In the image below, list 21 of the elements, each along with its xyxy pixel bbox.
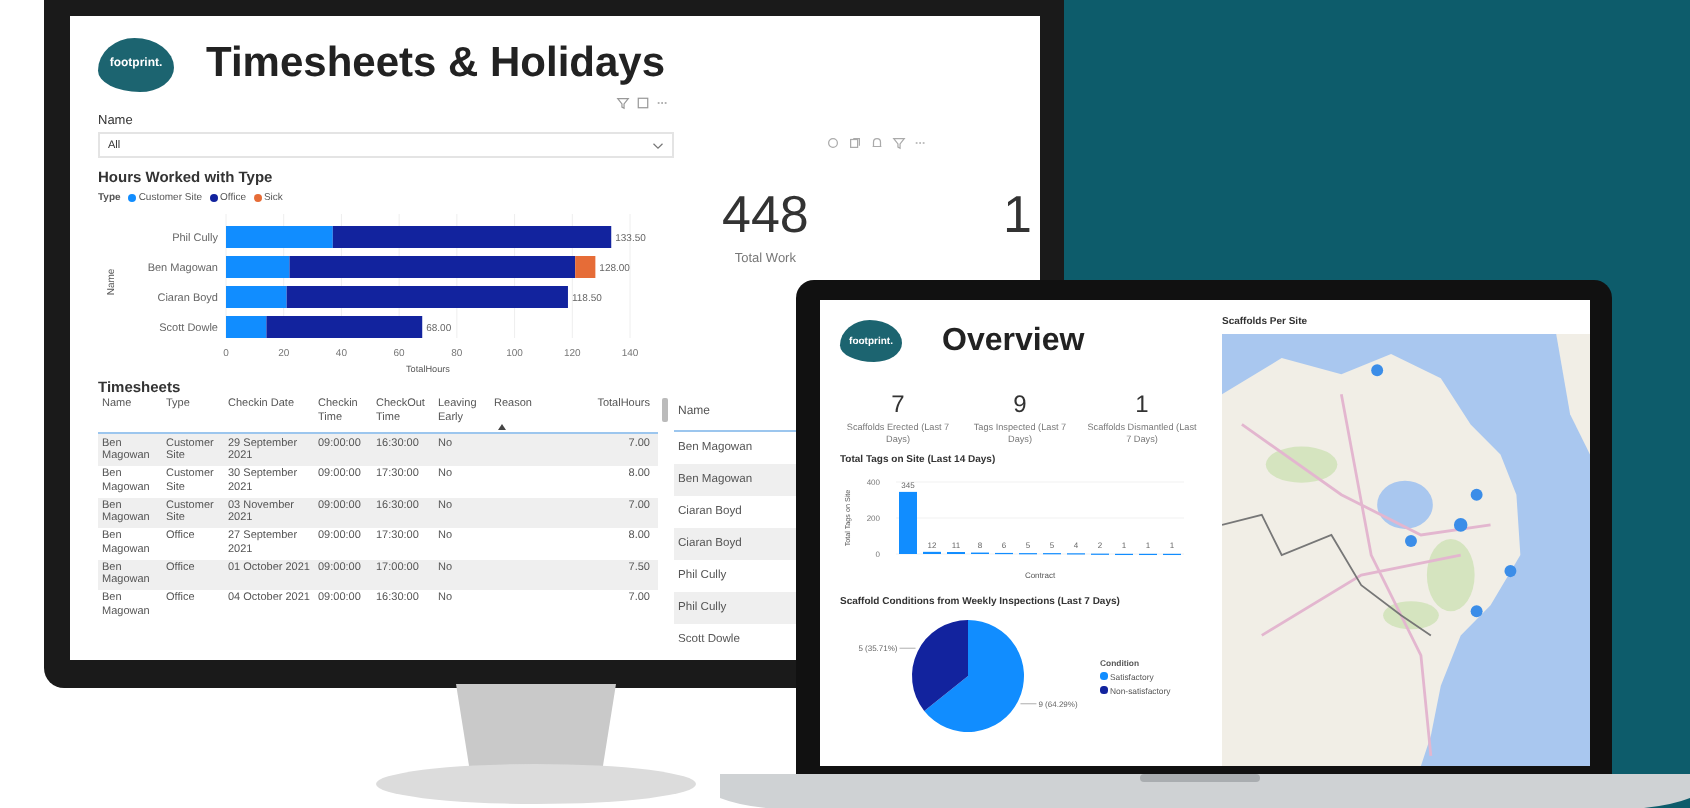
chevron-icon [652, 141, 664, 149]
sort-icon [498, 424, 506, 430]
copy-icon[interactable] [848, 136, 862, 150]
leader-line [899, 647, 916, 649]
kpi-value: 7 [891, 390, 905, 418]
kpi-value: 448 [722, 188, 809, 240]
circle-icon[interactable] [826, 136, 840, 150]
kpi-value: 9 [1013, 390, 1027, 418]
more-icon[interactable] [656, 96, 670, 110]
kpi-value: 1 [1003, 188, 1032, 240]
leader-line [1020, 703, 1037, 705]
report-title: Overview [942, 323, 1085, 359]
bar [899, 491, 917, 554]
bell-icon[interactable] [870, 136, 884, 150]
report-title: Timesheets & Holidays [206, 40, 666, 88]
expand-icon[interactable] [636, 96, 650, 110]
filter-icon[interactable] [892, 136, 906, 150]
more-icon[interactable] [914, 136, 928, 150]
kpi-value: 1 [1135, 390, 1149, 418]
filter-icon[interactable] [616, 96, 630, 110]
scrollbar[interactable] [662, 398, 668, 422]
